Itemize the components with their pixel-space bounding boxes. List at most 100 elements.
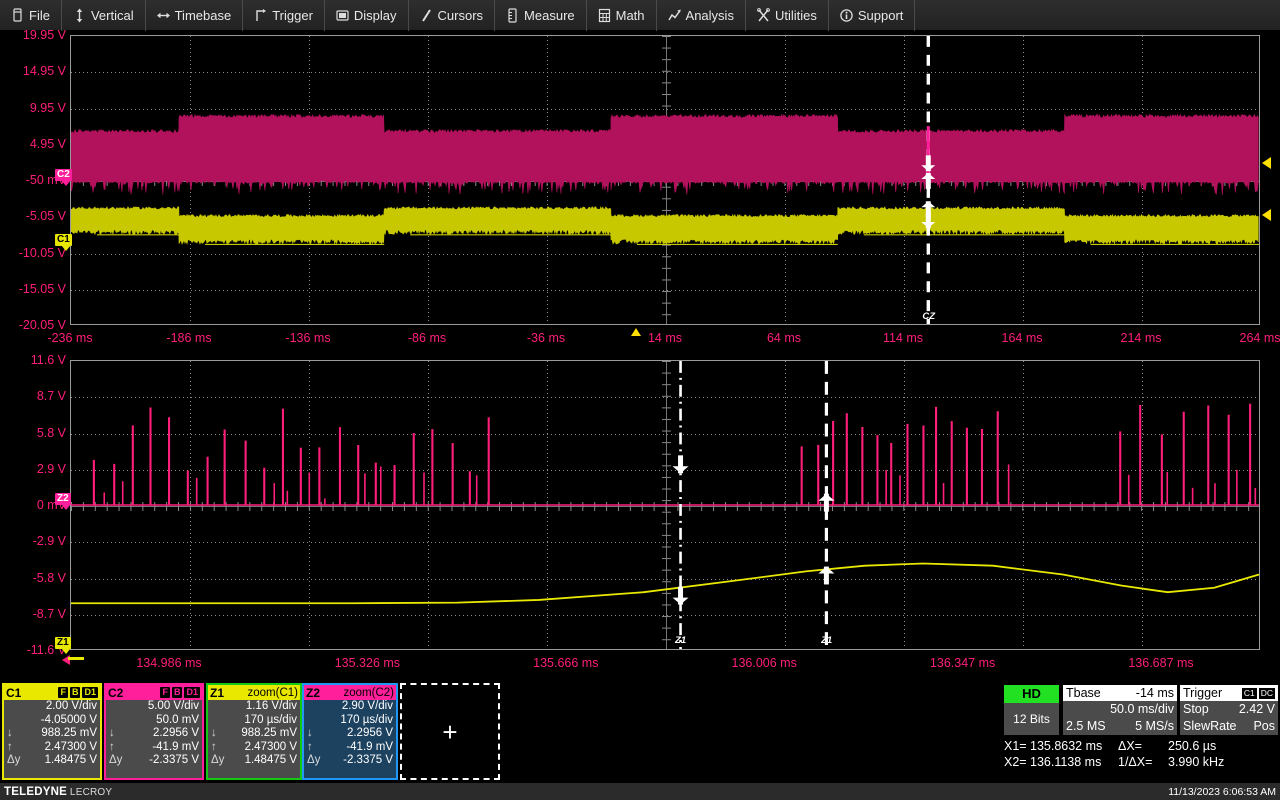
row-value: -41.9 mV xyxy=(152,740,199,753)
flag-b[interactable]: B xyxy=(69,687,81,698)
cursor-readout-line-2: X2= 136.1138 ms 1/ΔX= 3.990 kHz xyxy=(1004,754,1280,770)
menu-item-cursors[interactable]: Cursors xyxy=(409,0,496,31)
x1-label: X1= xyxy=(1004,739,1027,753)
row-value: 1.16 V/div xyxy=(245,700,297,712)
analysis-trend-icon xyxy=(667,9,681,20)
row-value: 5.00 V/div xyxy=(147,700,199,712)
zoom-waveform-grid[interactable] xyxy=(70,360,1260,650)
trigger-type-row: SlewRate Pos xyxy=(1180,718,1278,735)
trigger-coupling-flag[interactable]: DC xyxy=(1258,687,1275,699)
descriptor-z1-row-2: ↓ 988.25 mV xyxy=(208,727,300,741)
descriptor-z1-row-1: 170 µs/div xyxy=(208,714,300,728)
dx-value: 250.6 µs xyxy=(1168,739,1217,753)
cursor-readout-line-1: X1= 135.8632 ms ΔX= 250.6 µs xyxy=(1004,738,1280,754)
flag-f[interactable]: F xyxy=(160,687,170,698)
timebase-memory: 2.5 MS xyxy=(1066,719,1106,733)
menu-bar: File Vertical Timebase Trigger Display Cursor… xyxy=(0,0,1280,31)
trigger-title: Trigger xyxy=(1183,686,1223,700)
timebase-scale: 50.0 ms/div xyxy=(1110,702,1174,716)
trigger-state-row: Stop 2.42 V xyxy=(1180,701,1278,718)
descriptor-z1-row-4: Δy 1.48475 V xyxy=(208,754,300,768)
descriptor-z2-row-1: 170 µs/div xyxy=(304,714,396,728)
timebase-header: Tbase -14 ms xyxy=(1063,685,1177,701)
hd-mode-box[interactable]: HD 12 Bits xyxy=(1004,685,1059,735)
add-trace-button[interactable]: + xyxy=(400,683,500,780)
file-icon xyxy=(13,7,22,22)
menu-item-file[interactable]: File xyxy=(0,0,62,31)
flag-d1[interactable]: D1 xyxy=(184,687,200,698)
row-value: 2.47300 V xyxy=(244,740,297,753)
voltage-tick-label: 2.9 V xyxy=(36,462,66,476)
row-value: 2.47300 V xyxy=(44,740,97,753)
display-screen-icon xyxy=(336,9,349,21)
descriptor-z1-row-3: ↑ 2.47300 V xyxy=(208,741,300,755)
brand-teledyne: TELEDYNE xyxy=(4,785,67,798)
time-tick-label: 64 ms xyxy=(766,331,802,345)
row-value: 988.25 mV xyxy=(241,727,297,739)
main-waveform-grid[interactable] xyxy=(70,35,1260,325)
menu-item-utilities[interactable]: Utilities xyxy=(746,0,829,31)
x2-value: 136.1138 ms xyxy=(1030,755,1102,769)
flag-d1[interactable]: D1 xyxy=(82,687,98,698)
menu-item-label: Timebase xyxy=(174,7,232,23)
descriptor-z2-id: Z2 xyxy=(306,685,321,700)
descriptor-z2[interactable]: Z2 zoom(C2) 2.90 V/div 170 µs/div ↓ 2.29… xyxy=(302,683,398,780)
row-value: 2.90 V/div xyxy=(341,700,393,712)
row-key: Δy xyxy=(7,754,21,766)
descriptor-c1[interactable]: C1 F B D1 2.00 V/div -4.05000 V ↓ 988.25… xyxy=(2,683,102,780)
utilities-tools-icon xyxy=(757,7,770,21)
descriptor-z1-header: Z1 zoom(C1) xyxy=(208,685,300,700)
right-edge-marker-2[interactable] xyxy=(1262,209,1271,221)
menu-item-math[interactable]: Math xyxy=(587,0,657,31)
zoom-region-cursor-label: CZ xyxy=(922,311,936,322)
row-key: Δy xyxy=(211,754,225,766)
menu-item-label: Support xyxy=(857,7,904,23)
descriptor-c2-id: C2 xyxy=(108,685,124,700)
cursor-label-x1: Z1 xyxy=(675,635,687,646)
flag-f[interactable]: F xyxy=(58,687,68,698)
menu-item-measure[interactable]: Measure xyxy=(495,0,587,31)
brand-logo: TELEDYNE LECROY xyxy=(4,786,112,798)
row-value: -2.3375 V xyxy=(343,754,393,766)
descriptor-z2-row-2: ↓ 2.2956 V xyxy=(304,727,396,741)
trigger-position-marker[interactable] xyxy=(631,328,641,336)
descriptor-z2-row-0: 2.90 V/div xyxy=(304,700,396,714)
timebase-box[interactable]: Tbase -14 ms 50.0 ms/div 2.5 MS 5 MS/s xyxy=(1063,685,1177,735)
descriptor-c2-flags: F B D1 xyxy=(160,687,200,698)
descriptor-c2[interactable]: C2 F B D1 5.00 V/div 50.0 mV ↓ 2.2956 V … xyxy=(104,683,204,780)
menu-item-support[interactable]: Support xyxy=(829,0,916,31)
time-tick-label: -186 ms xyxy=(166,331,212,345)
row-value: 988.25 mV xyxy=(41,727,97,739)
descriptor-z2-row-3: ↑ -41.9 mV xyxy=(304,741,396,755)
hd-bits-label: 12 Bits xyxy=(1013,712,1050,726)
menu-item-display[interactable]: Display xyxy=(325,0,409,31)
voltage-tick-label: -5.8 V xyxy=(32,571,66,585)
descriptor-c1-row-2: ↓ 988.25 mV xyxy=(4,727,100,741)
timebase-samplerate: 5 MS/s xyxy=(1135,719,1174,733)
descriptor-c2-row-0: 5.00 V/div xyxy=(106,700,202,714)
menu-item-analysis[interactable]: Analysis xyxy=(657,0,746,31)
channel-offset-marker-c2-pointer xyxy=(61,180,71,187)
flag-b[interactable]: B xyxy=(171,687,183,698)
time-tick-label: 134.986 ms xyxy=(136,656,202,670)
voltage-tick-label: 19.95 V xyxy=(22,28,66,42)
plus-icon: + xyxy=(442,716,458,747)
descriptor-c1-row-3: ↑ 2.47300 V xyxy=(4,741,100,755)
menu-item-vertical[interactable]: Vertical xyxy=(62,0,146,31)
voltage-tick-label: 4.95 V xyxy=(29,137,66,151)
trigger-source-flag[interactable]: C1 xyxy=(1241,687,1257,699)
descriptor-c1-row-0: 2.00 V/div xyxy=(4,700,100,714)
trigger-box[interactable]: Trigger C1 DC Stop 2.42 V SlewRate Pos xyxy=(1180,685,1278,735)
time-tick-label: 14 ms xyxy=(647,331,683,345)
menu-item-trigger[interactable]: Trigger xyxy=(243,0,325,31)
voltage-tick-label: -20.05 V xyxy=(18,318,66,332)
time-tick-label: -86 ms xyxy=(407,331,447,345)
menu-item-label: Utilities xyxy=(774,7,817,23)
descriptor-z1[interactable]: Z1 zoom(C1) 1.16 V/div 170 µs/div ↓ 988.… xyxy=(206,683,302,780)
descriptor-c2-row-3: ↑ -41.9 mV xyxy=(106,741,202,755)
time-tick-label: 264 ms xyxy=(1239,331,1280,345)
row-key: Δy xyxy=(109,754,123,766)
right-edge-marker-1[interactable] xyxy=(1262,157,1271,169)
row-value: 2.00 V/div xyxy=(45,700,97,712)
menu-item-timebase[interactable]: Timebase xyxy=(146,0,244,31)
